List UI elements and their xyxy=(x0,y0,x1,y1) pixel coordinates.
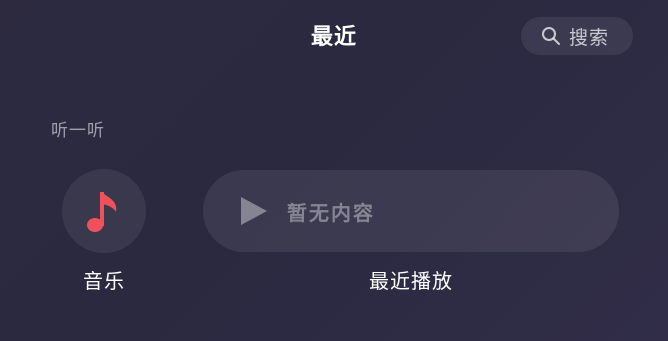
empty-state-text: 暂无内容 xyxy=(287,200,375,225)
search-label: 搜索 xyxy=(568,26,609,49)
music-note-icon xyxy=(84,188,124,234)
recent-play-tile[interactable]: 暂无内容 xyxy=(203,170,619,252)
music-label: 音乐 xyxy=(83,269,125,293)
search-icon xyxy=(541,26,561,46)
search-button[interactable]: 搜索 xyxy=(521,17,633,55)
music-tile[interactable] xyxy=(62,169,146,253)
recent-play-label: 最近播放 xyxy=(369,269,453,293)
play-icon xyxy=(239,195,269,227)
section-title: 听一听 xyxy=(51,121,105,141)
